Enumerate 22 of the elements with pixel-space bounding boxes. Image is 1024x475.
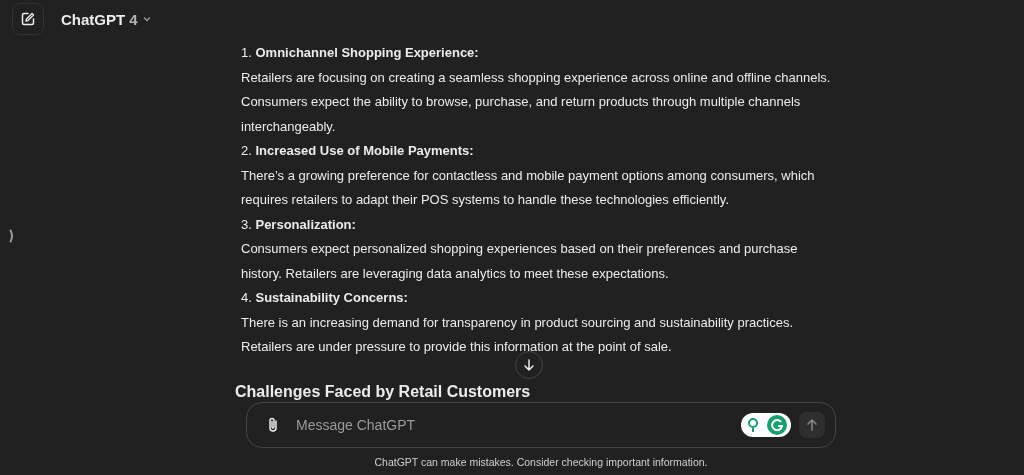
disclaimer-text: ChatGPT can make mistakes. Consider checking important information. xyxy=(374,456,708,468)
list-item-heading: 1. Omnichannel Shopping Experience: xyxy=(241,44,480,62)
model-selector[interactable]: ChatGPT 4 xyxy=(61,10,151,28)
paragraph: Retailers are focusing on creating a seamless shopping experience across online and offline channels. Consumers expect the ability to browse, purchase, and return products through multiple channels interchangeably. xyxy=(241,68,832,136)
list-item-heading: 4. Sustainability Concerns: xyxy=(241,289,409,307)
arrow-down-icon xyxy=(522,358,536,372)
message-input[interactable]: Message ChatGPT xyxy=(296,417,727,433)
new-chat-button[interactable] xyxy=(12,3,44,35)
chevron-icon xyxy=(9,229,15,243)
paragraph: Consumers expect personalized shopping experiences based on their preferences and purchase history. Retailers are leveraging data analytics to meet these expectations. xyxy=(241,240,799,283)
list-item-heading: 3. Personalization: xyxy=(241,215,357,234)
message-field[interactable]: Message ChatGPT xyxy=(246,402,836,448)
scroll-down-button[interactable] xyxy=(515,351,543,379)
sidebar-toggle[interactable] xyxy=(9,229,15,243)
send-button[interactable] xyxy=(799,412,825,438)
paragraph: There’s a growing preference for contactless and mobile payment options among consumers, which requires retailers to adapt their POS systems to handle these technologies efficiently. xyxy=(241,166,816,209)
paragraph: There is an increasing demand for transparency in product sourcing and sustainability practices. Retailers are under pressure to provide this information at the point of sale. xyxy=(241,313,795,356)
section-heading: Challenges Faced by Retail Customers xyxy=(235,382,532,401)
arrow-up-icon xyxy=(805,418,819,432)
list-item-heading: 2. Increased Use of Mobile Payments: xyxy=(241,142,475,160)
edit-icon xyxy=(20,11,36,27)
caret-icon xyxy=(142,16,151,22)
